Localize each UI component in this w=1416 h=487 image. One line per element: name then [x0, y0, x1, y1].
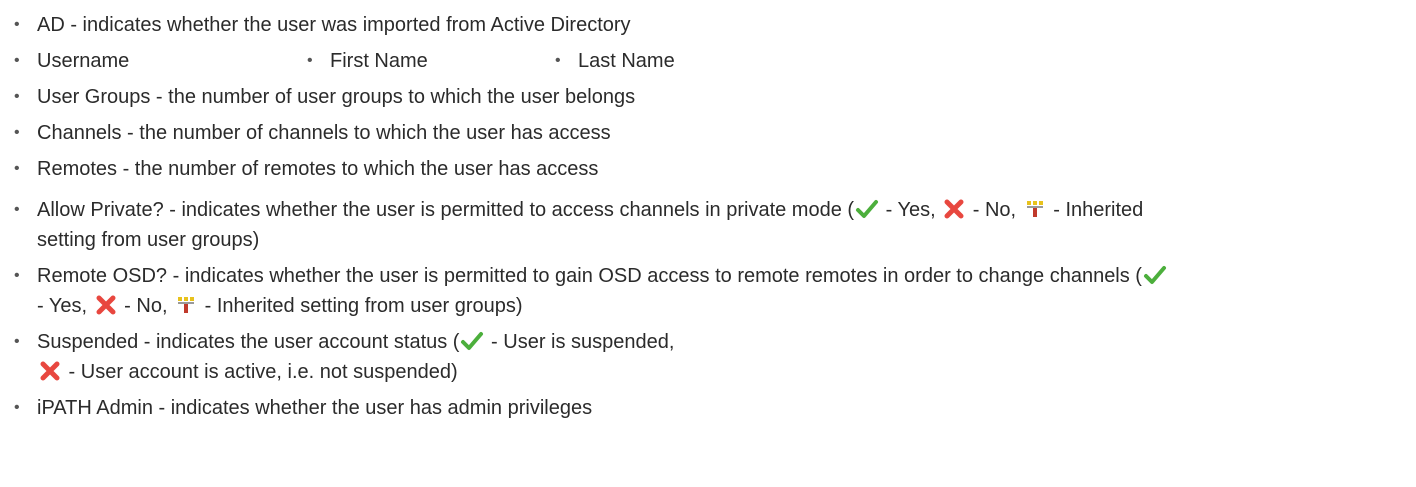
list-item-names: • Username • First Name • Last Name: [14, 46, 1416, 76]
remote-osd-prefix: Remote OSD? - indicates whether the user…: [37, 265, 1142, 287]
first-name-item: • First Name: [307, 46, 555, 76]
bullet: •: [14, 16, 20, 33]
list-item-allow-private: • Allow Private? - indicates whether the…: [14, 195, 1416, 255]
check-icon: [1143, 266, 1166, 284]
bullet: •: [307, 52, 313, 69]
username-label: Username: [37, 50, 130, 72]
bullet: •: [14, 333, 20, 350]
active-text: - User account is active, i.e. not suspe…: [63, 361, 458, 383]
first-name-label: First Name: [330, 50, 428, 72]
list-item-remote-osd: • Remote OSD? - indicates whether the us…: [14, 261, 1416, 321]
bullet: •: [14, 201, 20, 218]
name-columns: Username • First Name • Last Name: [37, 46, 1416, 76]
document: • AD - indicates whether the user was im…: [0, 10, 1416, 423]
list-item-channels: • Channels - the number of channels to w…: [14, 118, 1416, 148]
bullet: •: [555, 52, 561, 69]
bullet: •: [14, 160, 20, 177]
cross-icon: [40, 361, 60, 381]
channels-description: Channels - the number of channels to whi…: [37, 122, 611, 144]
check-icon: [856, 200, 879, 218]
cross-icon: [96, 295, 116, 315]
list-item-suspended: • Suspended - indicates the user account…: [14, 327, 1416, 387]
suspended-prefix: Suspended - indicates the user account s…: [37, 331, 460, 353]
remote-osd-no: - No,: [118, 295, 174, 317]
allow-private-no: - No,: [967, 199, 1022, 221]
last-name-label: Last Name: [578, 50, 675, 72]
check-icon: [461, 332, 484, 350]
cross-icon: [944, 199, 964, 219]
allow-private-yes: - Yes,: [880, 199, 942, 221]
bullet: •: [14, 399, 20, 416]
allow-private-inherited-1: - Inherited: [1047, 199, 1144, 221]
suspended-text: - User is suspended,: [485, 331, 675, 353]
allow-private-inherited-2: setting from user groups): [37, 229, 260, 251]
remote-osd-inherited: - Inherited setting from user groups): [199, 295, 523, 317]
list-item-ipath-admin: • iPATH Admin - indicates whether the us…: [14, 393, 1416, 423]
bullet: •: [14, 52, 20, 69]
bullet: •: [14, 267, 20, 284]
inherited-icon: [1026, 201, 1043, 217]
list-item-user-groups: • User Groups - the number of user group…: [14, 82, 1416, 112]
list-item-ad: • AD - indicates whether the user was im…: [14, 10, 1416, 40]
inherited-icon: [178, 297, 195, 313]
last-name-item: • Last Name: [555, 46, 675, 76]
remote-osd-yes: - Yes,: [37, 295, 93, 317]
username-item: Username: [37, 46, 307, 76]
list-item-remotes: • Remotes - the number of remotes to whi…: [14, 154, 1416, 184]
ad-description: AD - indicates whether the user was impo…: [37, 14, 631, 36]
user-groups-description: User Groups - the number of user groups …: [37, 86, 636, 108]
bullet: •: [14, 88, 20, 105]
bullet: •: [14, 124, 20, 141]
remotes-description: Remotes - the number of remotes to which…: [37, 158, 599, 180]
ipath-admin-description: iPATH Admin - indicates whether the user…: [37, 397, 593, 419]
allow-private-prefix: Allow Private? - indicates whether the u…: [37, 199, 855, 221]
